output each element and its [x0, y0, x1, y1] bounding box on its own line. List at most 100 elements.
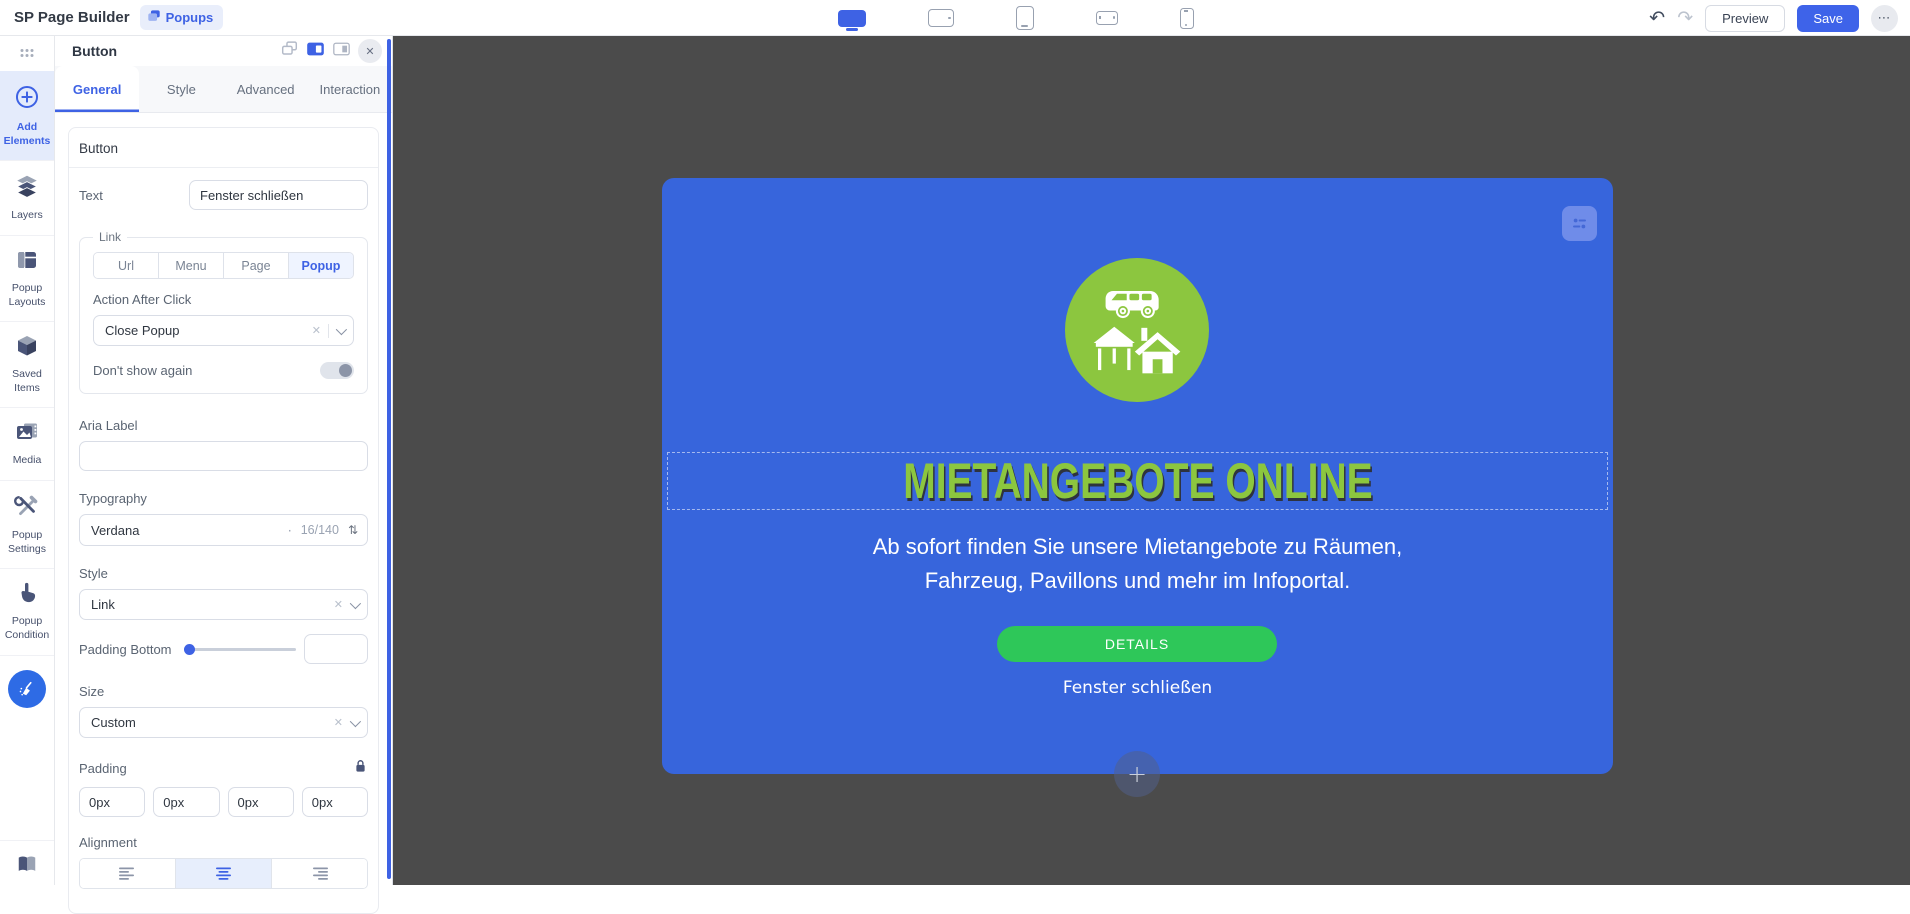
padding-label: Padding [79, 761, 127, 776]
padding-bottom-slider[interactable] [183, 643, 296, 655]
aria-label-input[interactable] [79, 441, 368, 471]
sidebar-item-label: Popup Condition [4, 615, 50, 642]
app-title: SP Page Builder [14, 9, 130, 26]
text-field-label: Text [79, 187, 103, 203]
clear-icon[interactable]: ✕ [334, 716, 343, 729]
details-button[interactable]: DETAILS [997, 626, 1277, 662]
action-after-click-select[interactable]: Close Popup ✕ [93, 315, 354, 346]
tab-general[interactable]: General [55, 66, 140, 112]
tab-style[interactable]: Style [139, 66, 223, 112]
clear-icon[interactable]: ✕ [312, 324, 321, 337]
sidebar-item-label: Media [12, 454, 42, 467]
dot-icon: · [287, 522, 292, 538]
link-type-popup[interactable]: Popup [288, 253, 353, 278]
action-after-click-label: Action After Click [93, 292, 192, 307]
slider-thumb[interactable] [183, 643, 195, 655]
alignment-segmented [79, 858, 368, 889]
topbar-actions: ↶ ↷ Preview Save ⋯ [1649, 0, 1898, 36]
tablet-landscape-icon[interactable] [928, 9, 954, 27]
sidebar-item-media[interactable]: Media [0, 407, 54, 480]
clear-icon[interactable]: ✕ [334, 598, 343, 611]
close-icon[interactable]: ✕ [358, 39, 382, 63]
popup-close-link[interactable]: Fenster schließen [662, 678, 1613, 698]
popup-title-selection[interactable]: MIETANGEBOTE ONLINE [667, 452, 1608, 510]
sidebar-item-popup-condition[interactable]: Popup Condition [0, 568, 54, 654]
clear-broom-button[interactable] [8, 669, 46, 708]
tab-advanced[interactable]: Advanced [224, 66, 308, 112]
dont-show-again-label: Don't show again [93, 363, 193, 378]
more-options-button[interactable]: ⋯ [1871, 4, 1898, 32]
link-fieldset: Link Url Menu Page Popup Action After Cl… [79, 230, 368, 394]
popup-options-button[interactable] [1562, 206, 1597, 241]
top-bar: SP Page Builder Popups ↶ ↷ Preview Save … [0, 0, 1910, 36]
link-type-url[interactable]: Url [94, 253, 158, 278]
link-legend: Link [99, 230, 122, 244]
popup-preview[interactable]: MIETANGEBOTE ONLINE Ab sofort finden Sie… [662, 178, 1613, 797]
redo-icon[interactable]: ↷ [1677, 8, 1693, 28]
alignment-label: Alignment [79, 835, 137, 850]
tab-interaction[interactable]: Interaction [308, 66, 392, 112]
drag-grip-icon[interactable] [19, 36, 35, 71]
link-type-menu[interactable]: Menu [158, 253, 223, 278]
panel-scrollbar[interactable] [387, 39, 391, 879]
aria-label-label: Aria Label [79, 418, 138, 433]
fab-wrap [0, 654, 54, 722]
padding-bottom-label: Padding Bottom [79, 641, 172, 657]
dont-show-again-toggle[interactable] [320, 362, 354, 379]
link-type-page[interactable]: Page [223, 253, 288, 278]
align-left-button[interactable] [80, 859, 175, 888]
padding-left-input[interactable] [301, 787, 368, 817]
sidebar-item-saved-items[interactable]: Saved Items [0, 321, 54, 407]
sidebar-item-add-elements[interactable]: Add Elements [0, 71, 54, 161]
typography-field[interactable]: Verdana · 16/140 ⇅ [79, 514, 368, 546]
size-select[interactable]: Custom ✕ [79, 707, 368, 738]
sidebar-item-label: Popup Settings [8, 529, 46, 555]
sidebar-item-label: Saved Items [12, 368, 42, 394]
phone-portrait-icon[interactable] [1180, 7, 1194, 29]
sidebar-item-layers[interactable]: Layers [0, 160, 54, 235]
sidebar-item-label: Layers [11, 209, 43, 222]
chevron-down-icon [349, 715, 362, 727]
padding-right-input[interactable] [153, 787, 220, 817]
typography-label: Typography [79, 491, 147, 506]
align-right-button[interactable] [271, 859, 367, 888]
left-sidebar: Add Elements Layers Popup Layouts Saved … [0, 36, 55, 885]
breadcrumb[interactable]: Popups [139, 5, 224, 30]
padding-bottom-px-input[interactable] [227, 787, 294, 817]
desktop-icon[interactable] [838, 9, 866, 31]
documentation-icon[interactable] [0, 840, 54, 885]
sidebar-item-popup-layouts[interactable]: Popup Layouts [0, 234, 54, 321]
media-icon [14, 420, 40, 449]
phone-landscape-icon[interactable] [1096, 11, 1118, 25]
clone-icon[interactable] [280, 40, 299, 62]
preview-button[interactable]: Preview [1705, 4, 1786, 32]
layout-icon [15, 248, 39, 277]
updown-icon: ⇅ [347, 523, 358, 537]
dock-right-icon[interactable] [332, 41, 351, 62]
editor-canvas: MIETANGEBOTE ONLINE Ab sofort finden Sie… [393, 36, 1910, 885]
button-text-input[interactable] [189, 180, 368, 210]
settings-panel: Button ✕ General Style Advanced Interact… [55, 36, 393, 914]
save-button[interactable]: Save [1797, 4, 1859, 32]
cube-icon [15, 334, 39, 363]
add-row-button[interactable]: + [1114, 751, 1160, 797]
padding-top-input[interactable] [79, 787, 146, 817]
undo-icon[interactable]: ↶ [1649, 8, 1665, 28]
rental-logo-circle [1065, 258, 1209, 402]
sidebar-item-popup-settings[interactable]: Popup Settings [0, 480, 54, 568]
align-center-button[interactable] [175, 859, 271, 888]
popup-body-text[interactable]: Ab sofort finden Sie unsere Mietangebote… [662, 530, 1613, 598]
device-switcher [838, 0, 1194, 36]
padding-bottom-input[interactable] [304, 634, 368, 664]
button-settings-card: Button Text Link Url Menu Page Popup Act… [68, 127, 379, 914]
style-select[interactable]: Link ✕ [79, 589, 368, 620]
chevron-down-icon [349, 597, 362, 609]
sidebar-item-label: Add Elements [3, 121, 51, 147]
lock-icon[interactable] [353, 758, 368, 779]
dock-left-icon[interactable] [306, 41, 325, 62]
layers-icon [14, 173, 40, 204]
tablet-portrait-icon[interactable] [1016, 6, 1034, 30]
tools-icon [14, 493, 40, 524]
panel-title: Button [72, 43, 118, 59]
popup-title[interactable]: MIETANGEBOTE ONLINE [903, 452, 1372, 510]
